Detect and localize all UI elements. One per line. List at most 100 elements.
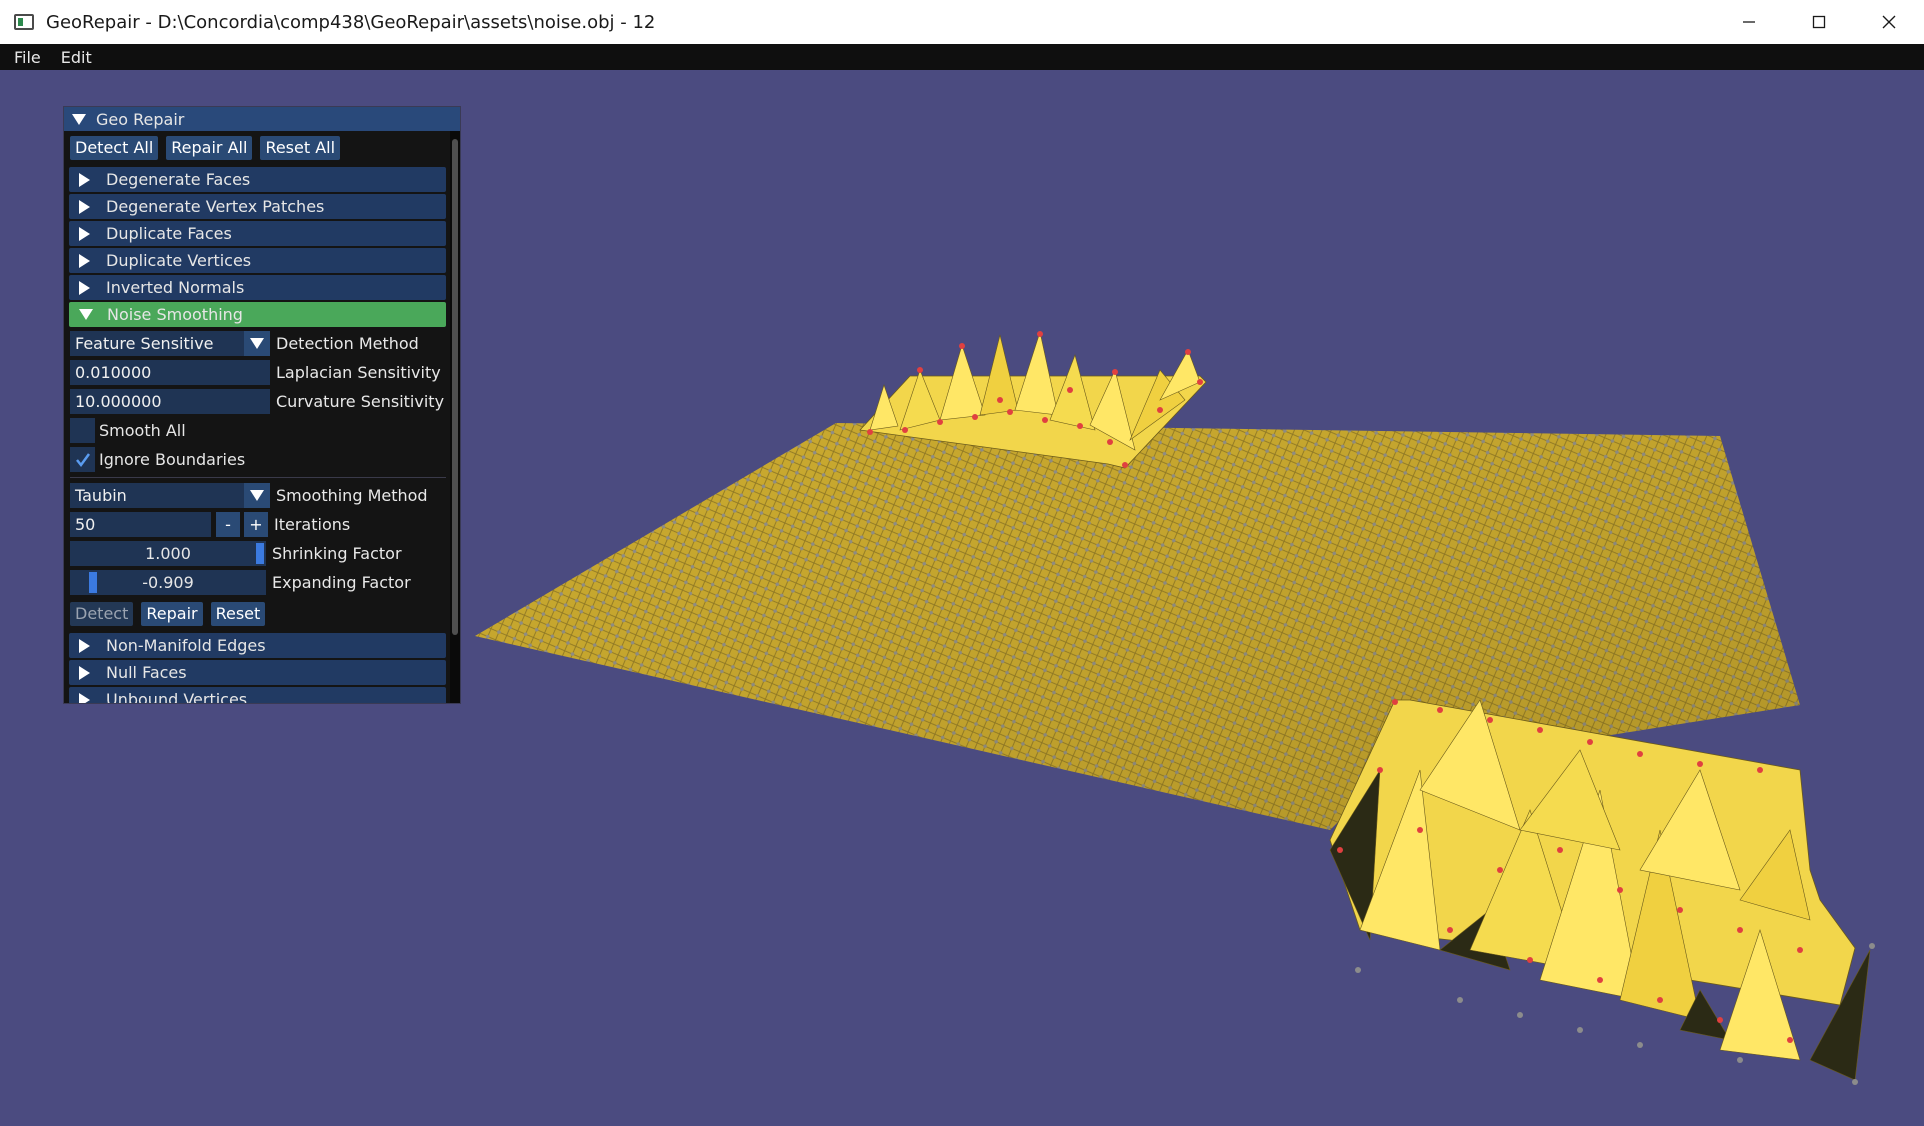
expanding-value: -0.909: [142, 573, 194, 592]
minimize-button[interactable]: [1714, 0, 1784, 44]
laplacian-sensitivity-input[interactable]: 0.010000: [70, 360, 270, 385]
expand-triangle-icon: [79, 665, 90, 680]
section-label: Non-Manifold Edges: [106, 636, 266, 655]
shrinking-factor-slider[interactable]: 1.000: [70, 541, 266, 566]
detection-method-combo[interactable]: Feature Sensitive: [70, 331, 244, 356]
section-label: Null Faces: [106, 663, 187, 682]
expand-triangle-icon: [79, 199, 90, 214]
ignore-boundaries-label: Ignore Boundaries: [99, 450, 246, 469]
iterations-value: 50: [75, 515, 96, 534]
checkmark-icon: [75, 452, 90, 467]
reset-button[interactable]: Reset: [210, 602, 266, 626]
curvature-row: 10.000000 Curvature Sensitivity: [64, 387, 452, 416]
section-label: Duplicate Faces: [106, 224, 232, 243]
geo-repair-panel[interactable]: Geo Repair Detect All Repair All Reset A…: [63, 106, 461, 704]
expand-triangle-icon: [79, 253, 90, 268]
app-icon: [14, 14, 34, 30]
collapse-triangle-icon: [79, 309, 93, 320]
separator: [70, 477, 446, 478]
title-bar: GeoRepair - D:\Concordia\comp438\GeoRepa…: [0, 0, 1924, 45]
section-label: Degenerate Vertex Patches: [106, 197, 325, 216]
section-noise-smoothing[interactable]: Noise Smoothing: [69, 302, 446, 327]
menu-file[interactable]: File: [6, 48, 47, 67]
maximize-button[interactable]: [1784, 0, 1854, 44]
chevron-down-icon: [250, 338, 264, 349]
curvature-sensitivity-input[interactable]: 10.000000: [70, 389, 270, 414]
smoothing-method-combo[interactable]: Taubin: [70, 483, 244, 508]
panel-header[interactable]: Geo Repair: [64, 107, 460, 131]
shrinking-label: Shrinking Factor: [272, 544, 402, 563]
section-label: Degenerate Faces: [106, 170, 251, 189]
iterations-input[interactable]: 50: [70, 512, 211, 537]
collapse-triangle-icon[interactable]: [72, 113, 86, 125]
detection-method-row: Feature Sensitive Detection Method: [64, 329, 452, 358]
detection-method-value: Feature Sensitive: [75, 334, 214, 353]
shrinking-value: 1.000: [145, 544, 191, 563]
window-controls: [1714, 0, 1924, 44]
window-title: GeoRepair - D:\Concordia\comp438\GeoRepa…: [46, 11, 656, 33]
detect-button[interactable]: Detect: [70, 602, 134, 626]
curvature-label: Curvature Sensitivity: [276, 392, 445, 411]
laplacian-label: Laplacian Sensitivity: [276, 363, 441, 382]
slider-grab[interactable]: [256, 543, 264, 564]
expanding-row: -0.909 Expanding Factor: [64, 568, 452, 597]
smooth-all-row: Smooth All: [64, 416, 452, 445]
panel-body: Detect All Repair All Reset All Degenera…: [64, 131, 452, 704]
section-null-faces[interactable]: Null Faces: [69, 660, 446, 685]
curvature-value: 10.000000: [75, 392, 162, 411]
repair-all-button[interactable]: Repair All: [166, 136, 253, 160]
expanding-factor-slider[interactable]: -0.909: [70, 570, 266, 595]
ignore-boundaries-checkbox[interactable]: [70, 447, 95, 472]
shrinking-row: 1.000 Shrinking Factor: [64, 539, 452, 568]
iterations-increment-button[interactable]: +: [244, 512, 268, 537]
reset-all-button[interactable]: Reset All: [260, 136, 341, 160]
iterations-decrement-button[interactable]: -: [216, 512, 240, 537]
section-duplicate-vertices[interactable]: Duplicate Vertices: [69, 248, 446, 273]
detection-method-dropdown[interactable]: [244, 331, 270, 356]
expand-triangle-icon: [79, 226, 90, 241]
expand-triangle-icon: [79, 692, 90, 703]
close-icon: [1882, 15, 1896, 29]
laplacian-row: 0.010000 Laplacian Sensitivity: [64, 358, 452, 387]
section-inverted-normals[interactable]: Inverted Normals: [69, 275, 446, 300]
smoothing-method-label: Smoothing Method: [276, 486, 428, 505]
3d-viewport[interactable]: Geo Repair Detect All Repair All Reset A…: [0, 70, 1924, 1126]
close-button[interactable]: [1854, 0, 1924, 44]
noise-smoothing-actions: Detect Repair Reset: [64, 597, 452, 631]
section-degenerate-faces[interactable]: Degenerate Faces: [69, 167, 446, 192]
detect-all-button[interactable]: Detect All: [70, 136, 159, 160]
noise-patch-front: [1329, 699, 1875, 1085]
smoothing-method-row: Taubin Smoothing Method: [64, 481, 452, 510]
iterations-row: 50 - + Iterations: [64, 510, 452, 539]
section-non-manifold-edges[interactable]: Non-Manifold Edges: [69, 633, 446, 658]
minus-label: -: [225, 515, 231, 534]
maximize-icon: [1812, 15, 1826, 29]
smoothing-method-value: Taubin: [75, 486, 127, 505]
expand-triangle-icon: [79, 172, 90, 187]
repair-button[interactable]: Repair: [141, 602, 203, 626]
section-label: Noise Smoothing: [107, 305, 243, 324]
smooth-all-checkbox[interactable]: [70, 418, 95, 443]
chevron-down-icon: [250, 490, 264, 501]
section-degenerate-vertex-patches[interactable]: Degenerate Vertex Patches: [69, 194, 446, 219]
detection-method-label: Detection Method: [276, 334, 419, 353]
global-actions: Detect All Repair All Reset All: [64, 131, 452, 165]
expand-triangle-icon: [79, 280, 90, 295]
expanding-label: Expanding Factor: [272, 573, 411, 592]
section-duplicate-faces[interactable]: Duplicate Faces: [69, 221, 446, 246]
menu-edit[interactable]: Edit: [53, 48, 98, 67]
expand-triangle-icon: [79, 638, 90, 653]
smoothing-method-dropdown[interactable]: [244, 483, 270, 508]
laplacian-value: 0.010000: [75, 363, 152, 382]
ignore-boundaries-row: Ignore Boundaries: [64, 445, 452, 474]
scrollbar-thumb[interactable]: [452, 139, 458, 635]
smooth-all-label: Smooth All: [99, 421, 186, 440]
section-label: Unbound Vertices: [106, 690, 248, 704]
slider-grab[interactable]: [88, 572, 97, 593]
panel-title: Geo Repair: [96, 109, 185, 129]
plus-label: +: [249, 515, 263, 534]
minimize-icon: [1743, 21, 1755, 23]
section-unbound-vertices[interactable]: Unbound Vertices: [69, 687, 446, 704]
menu-bar: File Edit: [0, 44, 1924, 70]
section-label: Duplicate Vertices: [106, 251, 252, 270]
